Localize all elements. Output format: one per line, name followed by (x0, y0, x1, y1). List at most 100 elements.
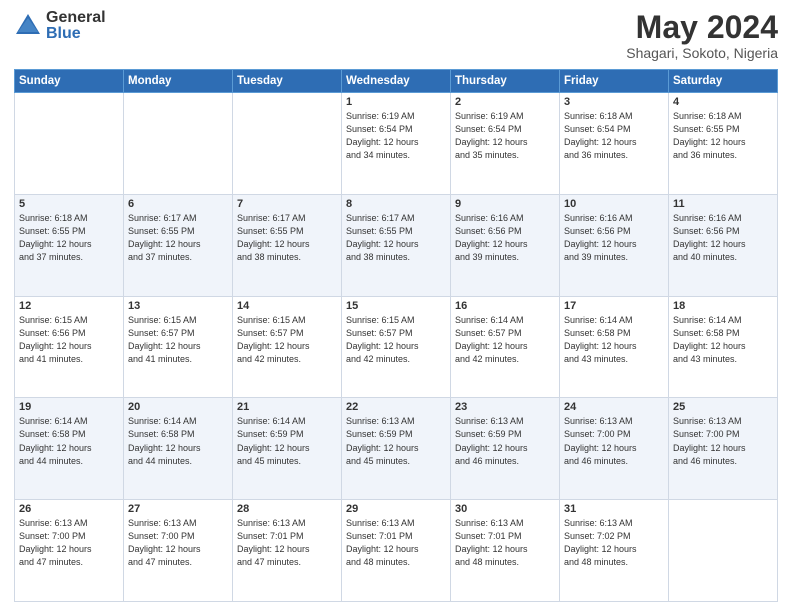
calendar-day-header: Tuesday (233, 70, 342, 93)
day-info: Sunrise: 6:16 AMSunset: 6:56 PMDaylight:… (455, 212, 555, 264)
calendar-cell: 5 Sunrise: 6:18 AMSunset: 6:55 PMDaylight… (15, 194, 124, 296)
day-info: Sunrise: 6:17 AMSunset: 6:55 PMDaylight:… (237, 212, 337, 264)
day-info: Sunrise: 6:13 AMSunset: 7:00 PMDaylight:… (128, 517, 228, 569)
logo-text: General Blue (46, 10, 106, 42)
calendar-week-row: 26Sunrise: 6:13 AMSunset: 7:00 PMDayligh… (15, 500, 778, 602)
calendar-cell: 13Sunrise: 6:15 AMSunset: 6:57 PMDayligh… (124, 296, 233, 398)
day-info: Sunrise: 6:18 AMSunset: 6:55 PMDaylight:… (673, 110, 773, 162)
calendar-cell (15, 93, 124, 195)
day-number: 6 (128, 198, 228, 210)
calendar-cell: 2 Sunrise: 6:19 AMSunset: 6:54 PMDaylight… (451, 93, 560, 195)
day-info: Sunrise: 6:13 AMSunset: 7:02 PMDaylight:… (564, 517, 664, 569)
day-info: Sunrise: 6:16 AMSunset: 6:56 PMDaylight:… (564, 212, 664, 264)
logo-icon (14, 12, 42, 40)
calendar-cell: 15 Sunrise: 6:15 AMSunset: 6:57 PMDayligh… (342, 296, 451, 398)
day-info: Sunrise: 6:17 AMSunset: 6:55 PMDaylight:… (128, 212, 228, 264)
day-info: Sunrise: 6:15 AMSunset: 6:57 PMDaylight:… (346, 314, 446, 366)
calendar-cell: 16Sunrise: 6:14 AMSunset: 6:57 PMDayligh… (451, 296, 560, 398)
day-info: Sunrise: 6:13 AMSunset: 7:00 PMDaylight:… (19, 517, 119, 569)
day-info: Sunrise: 6:13 AMSunset: 7:00 PMDaylight:… (673, 415, 773, 467)
day-number: 30 (455, 503, 555, 515)
day-info: Sunrise: 6:15 AMSunset: 6:56 PMDaylight:… (19, 314, 119, 366)
day-number: 24 (564, 401, 664, 413)
day-info: Sunrise: 6:19 AMSunset: 6:54 PMDaylight:… (346, 110, 446, 162)
calendar-day-header: Saturday (669, 70, 778, 93)
calendar-cell: 21Sunrise: 6:14 AMSunset: 6:59 PMDayligh… (233, 398, 342, 500)
day-number: 27 (128, 503, 228, 515)
calendar-cell: 4 Sunrise: 6:18 AMSunset: 6:55 PMDaylight… (669, 93, 778, 195)
day-number: 16 (455, 300, 555, 312)
day-info: Sunrise: 6:15 AMSunset: 6:57 PMDaylight:… (237, 314, 337, 366)
calendar-week-row: 5 Sunrise: 6:18 AMSunset: 6:55 PMDaylight… (15, 194, 778, 296)
calendar-cell: 20Sunrise: 6:14 AMSunset: 6:58 PMDayligh… (124, 398, 233, 500)
day-number: 17 (564, 300, 664, 312)
location-subtitle: Shagari, Sokoto, Nigeria (626, 45, 778, 61)
day-info: Sunrise: 6:14 AMSunset: 6:58 PMDaylight:… (128, 415, 228, 467)
calendar-cell: 8 Sunrise: 6:17 AMSunset: 6:55 PMDaylight… (342, 194, 451, 296)
calendar-table: SundayMondayTuesdayWednesdayThursdayFrid… (14, 69, 778, 602)
day-number: 1 (346, 96, 446, 108)
calendar-cell: 23Sunrise: 6:13 AMSunset: 6:59 PMDayligh… (451, 398, 560, 500)
calendar-cell: 11 Sunrise: 6:16 AMSunset: 6:56 PMDayligh… (669, 194, 778, 296)
day-number: 15 (346, 300, 446, 312)
calendar-cell: 30 Sunrise: 6:13 AMSunset: 7:01 PMDayligh… (451, 500, 560, 602)
calendar-cell: 22 Sunrise: 6:13 AMSunset: 6:59 PMDayligh… (342, 398, 451, 500)
calendar-cell: 14 Sunrise: 6:15 AMSunset: 6:57 PMDayligh… (233, 296, 342, 398)
header: General Blue May 2024 Shagari, Sokoto, N… (14, 10, 778, 61)
day-number: 21 (237, 401, 337, 413)
calendar-cell: 27 Sunrise: 6:13 AMSunset: 7:00 PMDayligh… (124, 500, 233, 602)
calendar-day-header: Thursday (451, 70, 560, 93)
calendar-cell (233, 93, 342, 195)
day-number: 18 (673, 300, 773, 312)
day-number: 8 (346, 198, 446, 210)
calendar-week-row: 12 Sunrise: 6:15 AMSunset: 6:56 PMDayligh… (15, 296, 778, 398)
day-info: Sunrise: 6:14 AMSunset: 6:58 PMDaylight:… (564, 314, 664, 366)
day-number: 2 (455, 96, 555, 108)
calendar-cell: 12 Sunrise: 6:15 AMSunset: 6:56 PMDayligh… (15, 296, 124, 398)
day-number: 13 (128, 300, 228, 312)
day-info: Sunrise: 6:16 AMSunset: 6:56 PMDaylight:… (673, 212, 773, 264)
day-number: 22 (346, 401, 446, 413)
title-block: May 2024 Shagari, Sokoto, Nigeria (626, 10, 778, 61)
calendar-cell: 19 Sunrise: 6:14 AMSunset: 6:58 PMDayligh… (15, 398, 124, 500)
day-number: 11 (673, 198, 773, 210)
day-number: 12 (19, 300, 119, 312)
calendar-cell: 7Sunrise: 6:17 AMSunset: 6:55 PMDaylight… (233, 194, 342, 296)
day-info: Sunrise: 6:18 AMSunset: 6:54 PMDaylight:… (564, 110, 664, 162)
calendar-cell: 6 Sunrise: 6:17 AMSunset: 6:55 PMDaylight… (124, 194, 233, 296)
day-number: 19 (19, 401, 119, 413)
day-info: Sunrise: 6:13 AMSunset: 7:00 PMDaylight:… (564, 415, 664, 467)
calendar-day-header: Monday (124, 70, 233, 93)
calendar-cell: 26Sunrise: 6:13 AMSunset: 7:00 PMDayligh… (15, 500, 124, 602)
calendar-day-header: Wednesday (342, 70, 451, 93)
day-info: Sunrise: 6:19 AMSunset: 6:54 PMDaylight:… (455, 110, 555, 162)
calendar-cell: 25 Sunrise: 6:13 AMSunset: 7:00 PMDayligh… (669, 398, 778, 500)
day-info: Sunrise: 6:13 AMSunset: 7:01 PMDaylight:… (237, 517, 337, 569)
day-info: Sunrise: 6:13 AMSunset: 6:59 PMDaylight:… (346, 415, 446, 467)
day-number: 4 (673, 96, 773, 108)
day-info: Sunrise: 6:17 AMSunset: 6:55 PMDaylight:… (346, 212, 446, 264)
calendar-cell: 31 Sunrise: 6:13 AMSunset: 7:02 PMDayligh… (560, 500, 669, 602)
calendar-cell (669, 500, 778, 602)
day-info: Sunrise: 6:18 AMSunset: 6:55 PMDaylight:… (19, 212, 119, 264)
logo-blue-text: Blue (46, 26, 106, 42)
calendar-cell: 24 Sunrise: 6:13 AMSunset: 7:00 PMDayligh… (560, 398, 669, 500)
calendar-cell: 3 Sunrise: 6:18 AMSunset: 6:54 PMDaylight… (560, 93, 669, 195)
day-number: 3 (564, 96, 664, 108)
calendar-cell: 28 Sunrise: 6:13 AMSunset: 7:01 PMDayligh… (233, 500, 342, 602)
day-number: 31 (564, 503, 664, 515)
day-info: Sunrise: 6:13 AMSunset: 6:59 PMDaylight:… (455, 415, 555, 467)
day-number: 9 (455, 198, 555, 210)
day-info: Sunrise: 6:14 AMSunset: 6:58 PMDaylight:… (19, 415, 119, 467)
calendar-week-row: 1 Sunrise: 6:19 AMSunset: 6:54 PMDaylight… (15, 93, 778, 195)
day-number: 5 (19, 198, 119, 210)
calendar-cell: 18 Sunrise: 6:14 AMSunset: 6:58 PMDayligh… (669, 296, 778, 398)
day-number: 25 (673, 401, 773, 413)
day-number: 14 (237, 300, 337, 312)
calendar-cell: 29Sunrise: 6:13 AMSunset: 7:01 PMDayligh… (342, 500, 451, 602)
day-number: 28 (237, 503, 337, 515)
day-info: Sunrise: 6:14 AMSunset: 6:58 PMDaylight:… (673, 314, 773, 366)
page: General Blue May 2024 Shagari, Sokoto, N… (0, 0, 792, 612)
day-info: Sunrise: 6:13 AMSunset: 7:01 PMDaylight:… (346, 517, 446, 569)
day-info: Sunrise: 6:13 AMSunset: 7:01 PMDaylight:… (455, 517, 555, 569)
